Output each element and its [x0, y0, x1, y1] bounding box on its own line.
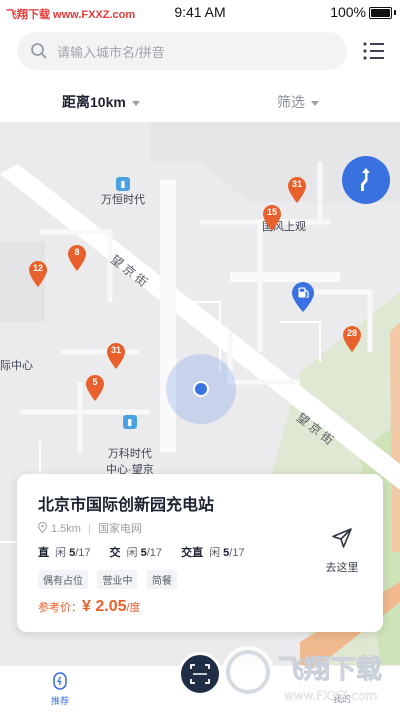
charging-plug-icon: [53, 672, 67, 690]
poi-label: 万科时代 中心·望京: [106, 448, 154, 476]
tag: 偶有占位: [38, 570, 88, 589]
charger-status: 闲: [126, 547, 138, 559]
price-value: ¥ 2.05: [82, 598, 127, 615]
pin-count: 31: [110, 345, 121, 355]
poi-wanheng[interactable]: ▮ 万恒时代: [101, 177, 145, 207]
station-pin[interactable]: 15: [261, 204, 283, 232]
building-icon: ▮: [116, 177, 130, 191]
charger-type: 交: [109, 547, 121, 559]
pin-count: 15: [266, 207, 277, 217]
charger-dc: 直闲 5/17: [38, 544, 90, 560]
charger-acdc: 交直闲 5/17: [181, 544, 244, 560]
station-title: 北京市国际创新园充电站: [38, 497, 215, 514]
station-distance: 1.5km: [51, 523, 81, 535]
tab-label: 推荐: [50, 696, 69, 706]
charger-availability: 直闲 5/17 交闲 5/17 交直闲 5/17: [38, 544, 261, 560]
svg-text:www.FXXZ.com: www.FXXZ.com: [284, 689, 377, 703]
station-operator: 国家电网: [97, 523, 142, 535]
go-here-label: 去这里: [325, 562, 359, 574]
station-pin[interactable]: 31: [286, 176, 308, 204]
pin-count: 28: [346, 328, 357, 338]
station-price: 参考价：¥ 2.05/度: [38, 598, 141, 616]
filter-bar: 距离10km 筛选: [0, 80, 400, 122]
charger-type: 直: [38, 547, 49, 559]
go-here-button[interactable]: 去这里: [317, 526, 367, 576]
charger-total: /17: [229, 547, 245, 559]
navigation-button[interactable]: [342, 156, 390, 204]
station-meta: 1.5km | 国家电网: [38, 520, 142, 536]
search-icon: [31, 43, 47, 59]
price-unit: /度: [126, 602, 141, 614]
price-label: 参考价：: [38, 602, 82, 614]
poi-vanke[interactable]: ▮ 万科时代 中心·望京: [106, 398, 154, 478]
station-pin[interactable]: 28: [341, 325, 363, 353]
scan-button[interactable]: [178, 652, 222, 696]
pin-count: 8: [74, 247, 80, 257]
distance-filter-label: 距离10km: [62, 94, 126, 110]
battery-icon: [369, 7, 392, 19]
tag: 营业中: [97, 570, 138, 589]
station-pin[interactable]: 12: [27, 260, 49, 288]
chevron-down-icon: [131, 100, 140, 106]
chevron-down-icon: [311, 100, 319, 106]
svg-text:飞翔下载: 飞翔下载: [278, 655, 382, 685]
distance-filter[interactable]: 距离10km: [62, 92, 140, 112]
pin-count: 31: [291, 179, 302, 189]
building-icon: ▮: [122, 415, 137, 429]
status-bar: 飞翔下载 www.FXXZ.com 9:41 AM 100%: [0, 0, 400, 24]
tag: 简餐: [146, 570, 177, 589]
tab-recommend[interactable]: 推荐: [30, 670, 90, 707]
send-arrow-icon: [332, 528, 352, 548]
poi-label: 际中心: [0, 360, 33, 372]
station-pin[interactable]: 31: [105, 342, 127, 370]
station-card[interactable]: 北京市国际创新园充电站 1.5km | 国家电网 直闲 5/17 交闲 5/17…: [17, 474, 383, 632]
charger-type: 交直: [181, 547, 204, 559]
search-bar[interactable]: [17, 32, 347, 72]
station-pin[interactable]: 5: [84, 374, 106, 402]
charger-total: /17: [75, 547, 91, 559]
charger-status: 闲: [209, 547, 221, 559]
location-icon: [38, 522, 47, 533]
route-icon: [361, 168, 370, 191]
poi-label: 万恒时代: [101, 194, 145, 206]
screen-filter[interactable]: 筛选: [277, 92, 319, 112]
scan-icon: [190, 664, 210, 684]
pin-count: 12: [32, 263, 43, 273]
station-pin[interactable]: 8: [66, 244, 88, 272]
station-tags: 偶有占位 营业中 简餐: [38, 570, 182, 589]
screen-filter-label: 筛选: [277, 94, 305, 110]
pin-count: 5: [92, 377, 98, 387]
charger-total: /17: [146, 547, 163, 559]
battery-percent: 100%: [330, 4, 366, 20]
list-menu-icon[interactable]: [362, 40, 386, 62]
watermark-logo: 飞翔下载 www.FXXZ.com: [222, 646, 382, 703]
search-input[interactable]: [55, 32, 339, 72]
poi-center[interactable]: 际中心: [0, 357, 33, 373]
current-location-marker: [166, 354, 236, 424]
gas-station-pin[interactable]: [290, 281, 316, 313]
charger-ac: 交闲 5/17: [110, 544, 162, 560]
battery-tip-icon: [394, 10, 396, 15]
charger-status: 闲: [55, 547, 66, 559]
fuel-pump-icon: [292, 282, 314, 312]
